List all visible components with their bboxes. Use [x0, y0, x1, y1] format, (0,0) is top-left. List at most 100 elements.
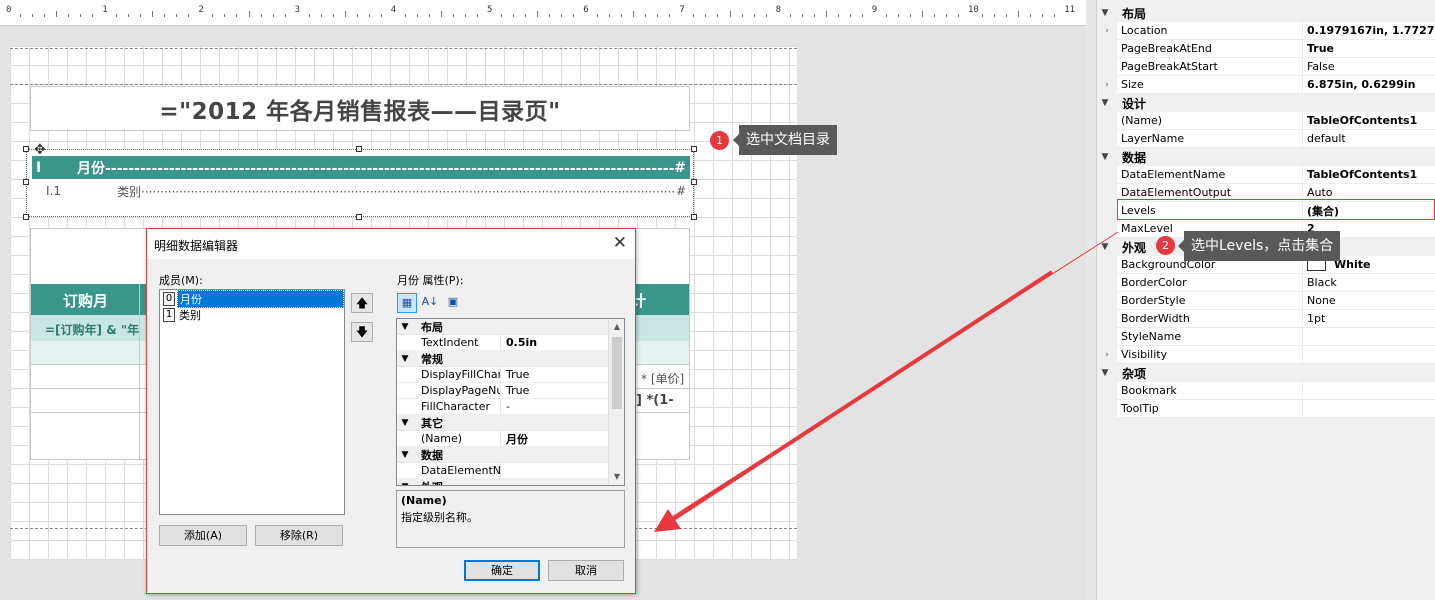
collapse-icon[interactable]: ▼: [1097, 8, 1113, 18]
scroll-down-icon[interactable]: ▼: [609, 469, 624, 485]
grid-property-row[interactable]: FillCharacter -: [397, 398, 624, 415]
property-row[interactable]: (Name) TableOfContents1: [1097, 111, 1435, 130]
property-name: PageBreakAtStart: [1117, 57, 1303, 76]
property-value[interactable]: -: [501, 400, 624, 413]
property-row[interactable]: Bookmark: [1097, 381, 1435, 400]
property-row[interactable]: DataElementOutput Auto: [1097, 183, 1435, 202]
property-row[interactable]: › Visibility: [1097, 345, 1435, 364]
property-value[interactable]: True: [501, 368, 624, 381]
collapse-icon[interactable]: ▼: [1097, 98, 1113, 108]
category-name: 数据: [1122, 150, 1147, 165]
resize-handle[interactable]: [356, 146, 362, 152]
expand-icon[interactable]: ›: [1097, 75, 1117, 94]
property-value[interactable]: None: [1303, 294, 1435, 307]
property-row[interactable]: BorderColor Black: [1097, 273, 1435, 292]
remove-button[interactable]: 移除(R): [255, 525, 343, 546]
level-property-grid[interactable]: ▼ 布局TextIndent0.5in ▼ 常规DisplayFillCharacTr…: [396, 318, 625, 486]
alphabetical-sort-icon[interactable]: A↓: [420, 293, 440, 313]
property-value[interactable]: 6.875in, 0.6299in: [1303, 78, 1435, 91]
ok-button[interactable]: 确定: [464, 560, 540, 581]
property-value[interactable]: 0.1979167in, 1.772708cm: [1303, 24, 1435, 37]
grid-scrollbar[interactable]: ▲ ▼: [608, 319, 624, 485]
dialog-titlebar[interactable]: 明细数据编辑器 ✕: [147, 229, 635, 259]
collapse-icon[interactable]: ▼: [1097, 242, 1113, 252]
property-value[interactable]: (集合): [1303, 203, 1435, 219]
property-value[interactable]: Auto: [1303, 186, 1435, 199]
report-title-textbox[interactable]: ="2012 年各月销售报表——目录页": [30, 86, 690, 131]
grid-property-row[interactable]: DisplayPageNumTrue: [397, 382, 624, 399]
property-value[interactable]: TableOfContents1: [1303, 114, 1435, 127]
resize-handle[interactable]: [23, 214, 29, 220]
property-value[interactable]: 月份: [501, 431, 624, 447]
property-row[interactable]: ToolTip: [1097, 399, 1435, 418]
property-category[interactable]: ▼ 杂项: [1097, 364, 1435, 382]
ruler-tick: [80, 14, 82, 17]
property-row[interactable]: DataElementName TableOfContents1: [1097, 165, 1435, 184]
detail-data-editor-dialog[interactable]: 明细数据编辑器 ✕ 成员(M): 0 月份 1 类别 🡅 🡇 月份 属性(P): ▦ …: [146, 228, 636, 594]
grid-category[interactable]: ▼ 外观: [397, 479, 624, 486]
member-item[interactable]: 1 类别: [160, 307, 344, 322]
cancel-button[interactable]: 取消: [548, 560, 624, 581]
property-row[interactable]: StyleName: [1097, 327, 1435, 346]
property-row[interactable]: BorderWidth 1pt: [1097, 309, 1435, 328]
expand-icon[interactable]: ›: [1097, 21, 1117, 40]
move-up-button[interactable]: 🡅: [351, 293, 373, 313]
resize-handle[interactable]: [691, 179, 697, 185]
property-row[interactable]: PageBreakAtStart False: [1097, 57, 1435, 76]
collapse-icon[interactable]: ▼: [399, 418, 411, 428]
collapse-icon[interactable]: ▼: [399, 322, 411, 332]
grid-property-row[interactable]: DisplayFillCharacTrue: [397, 366, 624, 383]
property-value[interactable]: default: [1303, 132, 1435, 145]
property-value[interactable]: Black: [1303, 276, 1435, 289]
property-row[interactable]: ›Location 0.1979167in, 1.772708cm: [1097, 21, 1435, 40]
property-value[interactable]: 0.5in: [501, 336, 624, 349]
properties-panel[interactable]: ▼布局›Location0.1979167in, 1.772708cmPageB…: [1096, 0, 1435, 600]
property-value[interactable]: TableOfContents1: [1303, 168, 1435, 181]
resize-handle[interactable]: [356, 214, 362, 220]
property-category[interactable]: ▼ 设计: [1097, 94, 1435, 112]
move-down-button[interactable]: 🡇: [351, 322, 373, 342]
resize-handle[interactable]: [23, 146, 29, 152]
property-name: Location: [1117, 21, 1303, 40]
resize-handle[interactable]: [691, 146, 697, 152]
close-icon[interactable]: ✕: [613, 234, 627, 252]
categorized-icon[interactable]: ▦: [397, 293, 417, 313]
collapse-icon[interactable]: ▼: [399, 354, 411, 364]
collapse-icon[interactable]: ▼: [399, 482, 411, 486]
toc-level-number: I: [36, 159, 42, 176]
collapse-icon[interactable]: ▼: [399, 450, 411, 460]
grid-category[interactable]: ▼ 布局: [397, 319, 624, 335]
property-value[interactable]: False: [1303, 60, 1435, 73]
property-value[interactable]: True: [501, 384, 624, 397]
property-row[interactable]: PageBreakAtEnd True: [1097, 39, 1435, 58]
resize-handle[interactable]: [691, 214, 697, 220]
property-row[interactable]: BorderStyle None: [1097, 291, 1435, 310]
collapse-icon[interactable]: ▼: [1097, 152, 1113, 162]
grid-category[interactable]: ▼ 其它: [397, 415, 624, 431]
grid-property-row[interactable]: (Name) 月份: [397, 430, 624, 447]
row-gutter: [1097, 129, 1117, 148]
table-of-contents-control[interactable]: ✥ I 月份----------------------------------…: [23, 143, 697, 220]
expand-icon[interactable]: ›: [1097, 345, 1117, 364]
property-row[interactable]: › Size 6.875in, 0.6299in: [1097, 75, 1435, 94]
resize-handle[interactable]: [23, 179, 29, 185]
add-button[interactable]: 添加(A): [159, 525, 247, 546]
property-value[interactable]: True: [1303, 42, 1435, 55]
grid-category[interactable]: ▼ 常规: [397, 351, 624, 367]
property-category[interactable]: ▼ 布局: [1097, 4, 1435, 22]
property-row[interactable]: LayerName default: [1097, 129, 1435, 148]
grid-property-row[interactable]: TextIndent 0.5in: [397, 334, 624, 351]
collapse-icon[interactable]: ▼: [1097, 368, 1113, 378]
property-value[interactable]: 1pt: [1303, 312, 1435, 325]
property-category[interactable]: ▼ 数据: [1097, 148, 1435, 166]
property-row[interactable]: Levels (集合): [1097, 201, 1435, 220]
ruler-tick: [537, 11, 539, 17]
member-item[interactable]: 0 月份: [160, 289, 344, 308]
scroll-up-icon[interactable]: ▲: [609, 319, 624, 335]
scroll-thumb[interactable]: [612, 337, 622, 409]
grid-category[interactable]: ▼ 数据: [397, 447, 624, 463]
property-pages-icon[interactable]: ▣: [443, 293, 463, 313]
dialog-title: 明细数据编辑器: [154, 239, 239, 253]
members-list[interactable]: 0 月份 1 类别: [159, 289, 345, 515]
grid-property-row[interactable]: DataElementNam: [397, 462, 624, 479]
